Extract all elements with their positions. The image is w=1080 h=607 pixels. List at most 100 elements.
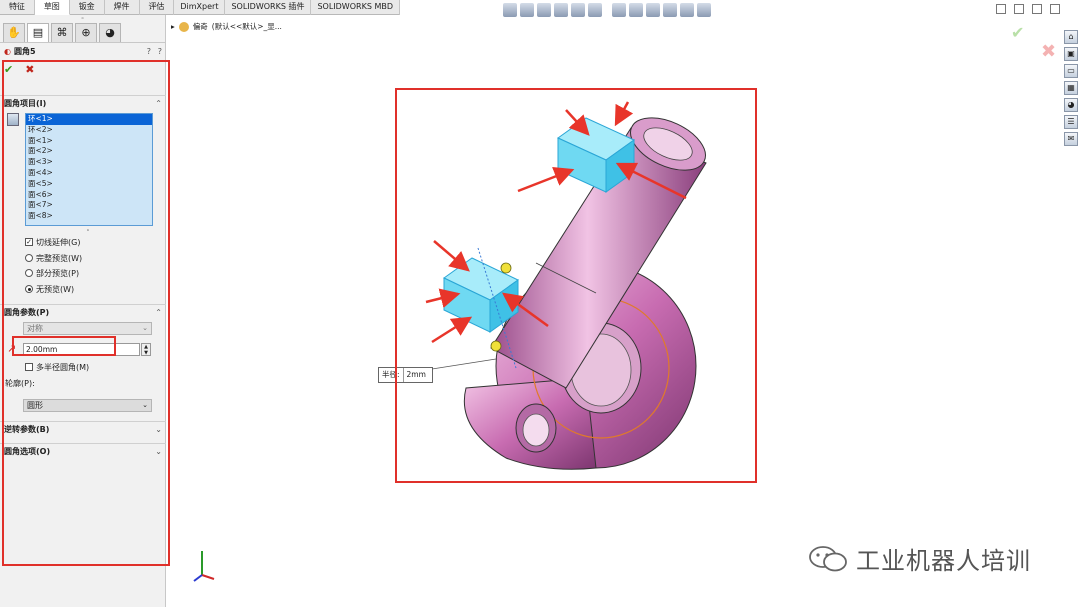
help-icon[interactable]: ? bbox=[147, 47, 151, 56]
full-preview-radio[interactable] bbox=[25, 254, 33, 262]
expand-arrow-icon[interactable]: ▸ bbox=[171, 22, 175, 31]
chevron-down-icon: ⌄ bbox=[142, 324, 148, 332]
tab-weldments[interactable]: 焊件 bbox=[105, 0, 140, 15]
ok-cancel-row: ✔ ✖ bbox=[0, 59, 165, 79]
custom-properties-icon[interactable]: ☰ bbox=[1064, 115, 1078, 129]
dynamic-annotation-icon[interactable] bbox=[571, 3, 585, 17]
display-monitor-icon[interactable] bbox=[697, 3, 711, 17]
edges-faces-selection-icon bbox=[7, 113, 19, 126]
full-preview-option[interactable]: 完整预览(W) bbox=[25, 252, 82, 264]
configuration-manager-tab-icon[interactable]: ⌘ bbox=[51, 23, 73, 42]
radius-stepper[interactable]: ▲ ▼ bbox=[141, 343, 151, 356]
partial-preview-option[interactable]: 部分预览(P) bbox=[25, 267, 79, 279]
tab-features[interactable]: 特征 bbox=[0, 0, 35, 15]
feature-title: 圆角5 bbox=[13, 46, 36, 56]
property-manager-tab-icon[interactable]: ▤ bbox=[27, 23, 49, 42]
list-item[interactable]: 面<7> bbox=[26, 200, 152, 211]
section-view-icon[interactable] bbox=[554, 3, 568, 17]
list-item[interactable]: 面<5> bbox=[26, 179, 152, 190]
home-icon[interactable]: ⌂ bbox=[1064, 30, 1078, 44]
part-name: 偏奇 bbox=[192, 22, 208, 31]
confirm-corner-cancel-icon[interactable]: ✖ bbox=[1041, 41, 1056, 62]
fillet-items-section-header[interactable]: 圆角项目(I) ⌃ bbox=[0, 95, 166, 110]
wechat-watermark: 工业机器人培训 bbox=[808, 541, 1031, 576]
zoom-to-fit-icon[interactable] bbox=[503, 3, 517, 17]
profile-label: 轮廓(P): bbox=[5, 379, 35, 388]
file-explorer-icon[interactable]: ▭ bbox=[1064, 64, 1078, 78]
setback-params-section-header[interactable]: 逆转参数(B) ⌄ bbox=[0, 421, 166, 436]
view-settings-icon[interactable] bbox=[680, 3, 694, 17]
list-item[interactable]: 面<2> bbox=[26, 146, 152, 157]
forum-icon[interactable]: ✉ bbox=[1064, 132, 1078, 146]
maximize-icon[interactable] bbox=[1032, 4, 1042, 14]
profile-select[interactable]: 圆形 ⌄ bbox=[23, 399, 152, 412]
radius-icon: ↗ bbox=[7, 342, 17, 355]
feature-tree-flyout[interactable]: ▸ 偏奇 (默认<<默认>_显... bbox=[171, 21, 282, 32]
callout-value[interactable]: 2mm bbox=[402, 368, 426, 382]
zoom-to-area-icon[interactable] bbox=[520, 3, 534, 17]
list-item[interactable]: 面<1> bbox=[26, 136, 152, 147]
view-palette-icon[interactable]: ▦ bbox=[1064, 81, 1078, 95]
design-library-icon[interactable]: ▣ bbox=[1064, 47, 1078, 61]
tab-sheet-metal[interactable]: 钣金 bbox=[70, 0, 105, 15]
expand-icon[interactable]: ⌄ bbox=[155, 425, 162, 434]
command-manager-tabs: 特征 草图 钣金 焊件 评估 DimXpert SOLIDWORKS 插件 SO… bbox=[0, 0, 400, 15]
list-item[interactable]: 面<4> bbox=[26, 168, 152, 179]
cancel-button[interactable]: ✖ bbox=[25, 63, 34, 76]
fillet-method-select[interactable]: 对称 ⌄ bbox=[23, 322, 152, 335]
ok-button[interactable]: ✔ bbox=[4, 63, 13, 76]
fillet-items-list[interactable]: 环<1> 环<2> 面<1> 面<2> 面<3> 面<4> 面<5> 面<6> … bbox=[25, 113, 153, 226]
watermark-text: 工业机器人培训 bbox=[856, 547, 1031, 575]
model-viewport[interactable] bbox=[396, 88, 756, 482]
manager-tabs: ✋ ▤ ⌘ ⊕ ◕ bbox=[0, 23, 165, 43]
list-item[interactable]: 面<8> bbox=[26, 211, 152, 222]
document-window-controls bbox=[996, 4, 1060, 14]
confirm-corner-ok-icon[interactable]: ✔ bbox=[1011, 23, 1024, 42]
list-item[interactable]: 面<6> bbox=[26, 190, 152, 201]
close-icon[interactable] bbox=[1050, 4, 1060, 14]
whats-new-icon[interactable]: ? bbox=[158, 47, 162, 56]
no-preview-radio[interactable] bbox=[25, 285, 33, 293]
display-manager-tab-icon[interactable]: ◕ bbox=[99, 23, 121, 42]
fillet-options-section-header[interactable]: 圆角选项(O) ⌄ bbox=[0, 443, 166, 458]
tab-sketch[interactable]: 草图 bbox=[34, 0, 70, 15]
list-item[interactable]: 环<1> bbox=[26, 114, 152, 125]
fillet-params-section-header[interactable]: 圆角参数(P) ⌃ bbox=[0, 304, 166, 319]
callout-label: 半径: bbox=[382, 370, 400, 379]
multi-radius-option[interactable]: 多半径圆角(M) bbox=[25, 361, 89, 373]
display-style-icon[interactable] bbox=[612, 3, 626, 17]
apply-scene-icon[interactable] bbox=[663, 3, 677, 17]
tab-dimxpert[interactable]: DimXpert bbox=[174, 0, 226, 15]
view-orientation-icon[interactable] bbox=[588, 3, 602, 17]
multi-radius-checkbox[interactable] bbox=[25, 363, 33, 371]
tangent-propagation-option[interactable]: ✓ 切线延伸(G) bbox=[25, 236, 80, 248]
reference-triad bbox=[193, 551, 215, 582]
appearances-icon[interactable]: ◕ bbox=[1064, 98, 1078, 112]
heads-up-view-toolbar bbox=[503, 3, 711, 19]
feature-manager-tab-icon[interactable]: ✋ bbox=[3, 23, 25, 42]
list-item[interactable]: 环<2> bbox=[26, 125, 152, 136]
collapse-icon[interactable]: ⌃ bbox=[155, 99, 162, 108]
radius-callout[interactable]: 半径: 2mm bbox=[378, 367, 433, 383]
tangent-propagation-checkbox[interactable]: ✓ bbox=[25, 238, 33, 246]
expand-icon[interactable]: ⌄ bbox=[155, 447, 162, 456]
minimize-icon[interactable] bbox=[1014, 4, 1024, 14]
no-preview-option[interactable]: 无预览(W) bbox=[25, 283, 74, 295]
collapse-icon[interactable]: ⌃ bbox=[155, 308, 162, 317]
hide-show-items-icon[interactable] bbox=[629, 3, 643, 17]
list-resize-grip[interactable]: ∘ bbox=[86, 227, 90, 234]
wechat-icon bbox=[809, 545, 847, 571]
radius-input[interactable]: 2.00mm bbox=[23, 343, 140, 356]
tab-solidworks-mbd[interactable]: SOLIDWORKS MBD bbox=[311, 0, 400, 15]
edit-appearance-icon[interactable] bbox=[646, 3, 660, 17]
previous-view-icon[interactable] bbox=[537, 3, 551, 17]
panel-grip[interactable]: ∘ bbox=[0, 15, 165, 23]
tab-solidworks-addins[interactable]: SOLIDWORKS 插件 bbox=[225, 0, 312, 15]
task-pane-tabs: ⌂ ▣ ▭ ▦ ◕ ☰ ✉ bbox=[1064, 30, 1080, 146]
property-manager-header: ◐ 圆角5 ? ? bbox=[0, 43, 165, 59]
list-item[interactable]: 面<3> bbox=[26, 157, 152, 168]
restore-icon[interactable] bbox=[996, 4, 1006, 14]
partial-preview-radio[interactable] bbox=[25, 269, 33, 277]
tab-evaluate[interactable]: 评估 bbox=[140, 0, 175, 15]
dimxpert-manager-tab-icon[interactable]: ⊕ bbox=[75, 23, 97, 42]
